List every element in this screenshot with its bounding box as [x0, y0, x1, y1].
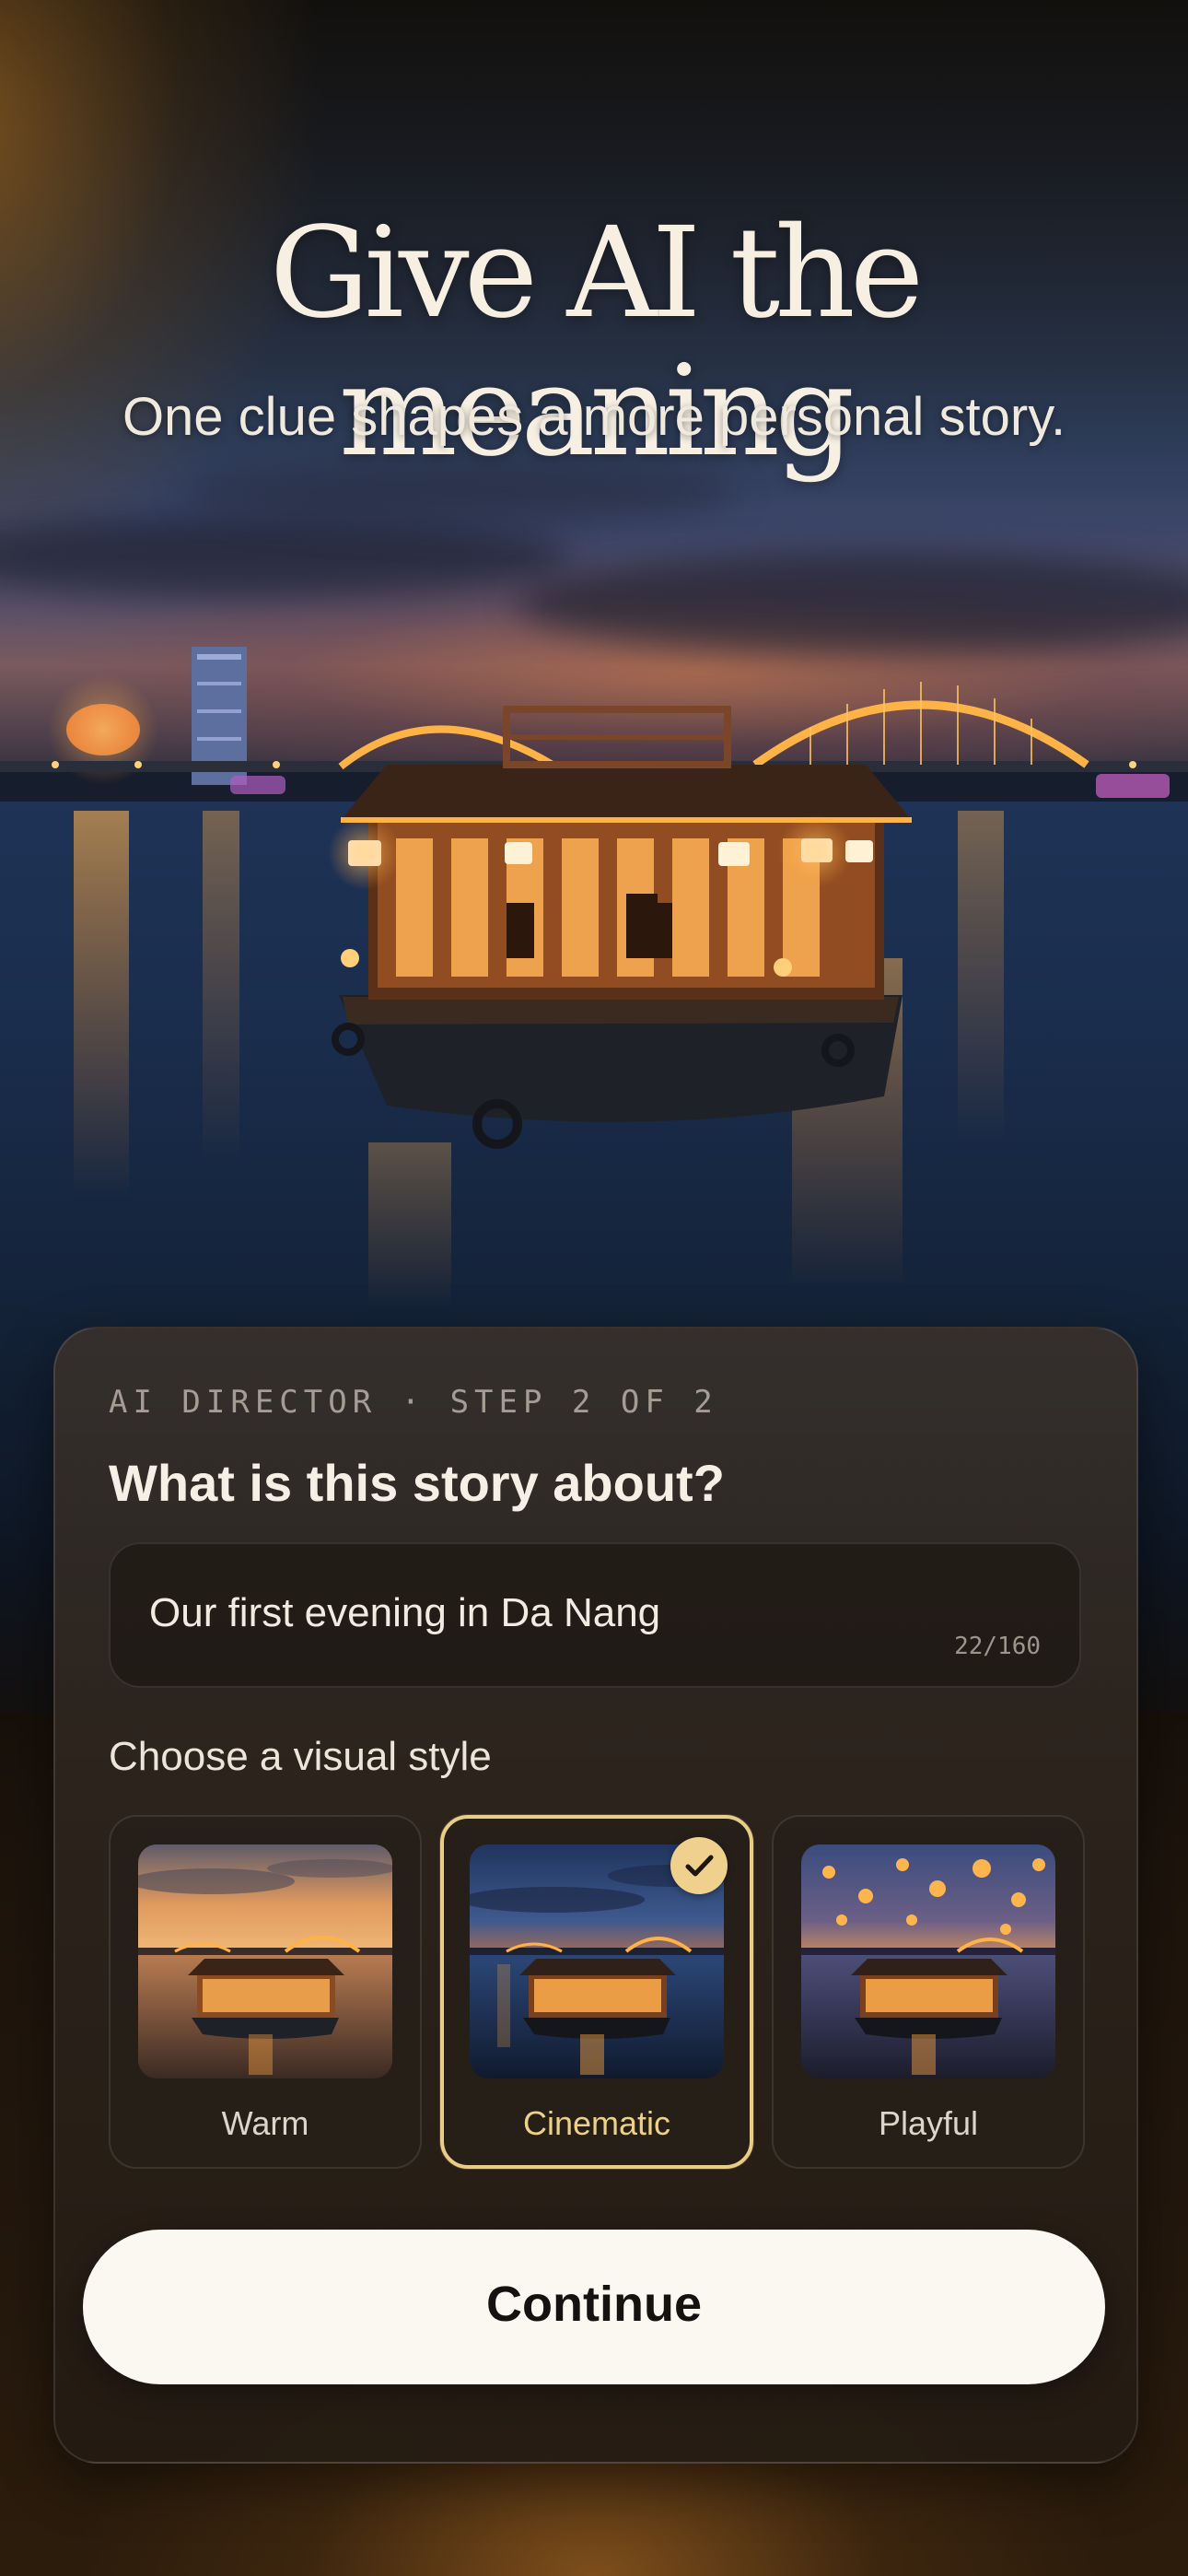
style-label-warm: Warm — [221, 2104, 309, 2142]
river-scene-illustration — [0, 647, 1188, 1308]
page-subtitle: One clue shapes a more personal story. — [122, 387, 1066, 447]
playful-style-thumbnail — [801, 1844, 1055, 2078]
style-option-playful[interactable]: Playful — [772, 1815, 1085, 2169]
continue-button-label: Continue — [486, 2277, 702, 2332]
warm-style-thumbnail — [138, 1844, 392, 2078]
continue-button[interactable]: Continue — [83, 2230, 1105, 2384]
story-input-value[interactable]: Our first evening in Da Nang — [149, 1590, 660, 1636]
style-option-warm[interactable]: Warm — [109, 1815, 422, 2169]
style-label-cinematic: Cinematic — [522, 2104, 671, 2142]
visual-style-label: Choose a visual style — [109, 1734, 492, 1779]
selected-check-icon — [670, 1837, 728, 1894]
style-label-playful: Playful — [878, 2104, 979, 2142]
character-counter: 22/160 — [954, 1633, 1041, 1660]
story-setup-screen: Give AI the meaning One clue shapes a mo… — [0, 0, 1188, 2576]
style-option-cinematic[interactable]: Cinematic — [440, 1815, 753, 2169]
step-indicator: AI DIRECTOR · STEP 2 OF 2 — [109, 1384, 718, 1421]
story-input-field[interactable]: Our first evening in Da Nang 22/160 — [109, 1542, 1081, 1688]
story-question: What is this story about? — [109, 1454, 725, 1512]
